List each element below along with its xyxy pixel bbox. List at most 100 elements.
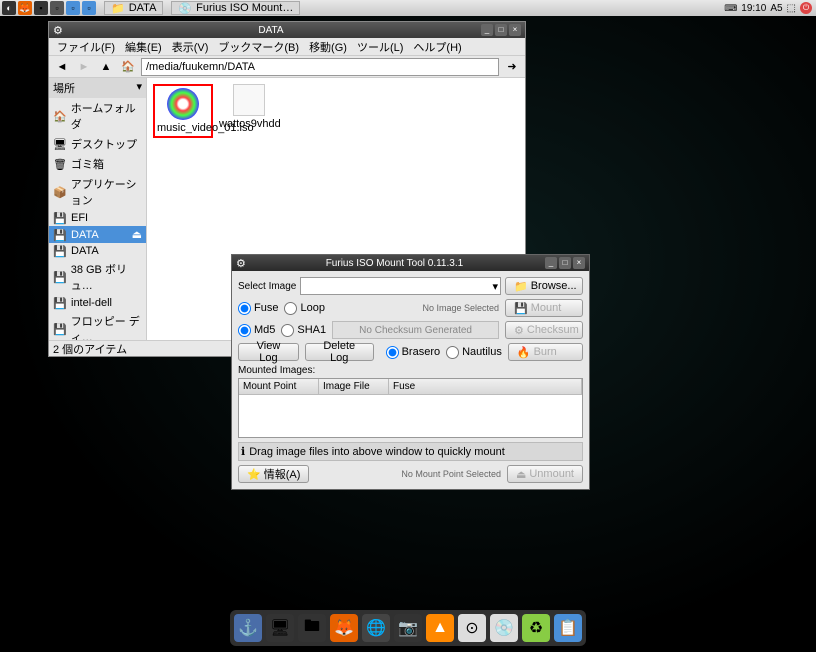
- fm-titlebar[interactable]: ⚙ DATA _ □ ×: [49, 22, 525, 38]
- keyboard-indicator[interactable]: ⌨: [724, 3, 737, 14]
- menu-go[interactable]: 移動(G): [305, 39, 351, 55]
- ime-indicator[interactable]: A5: [770, 3, 782, 14]
- dock-vlc[interactable]: ▲: [426, 614, 454, 642]
- path-input[interactable]: /media/fuukemn/DATA: [141, 58, 499, 76]
- info-button[interactable]: ⭐情報(A): [238, 465, 309, 483]
- firefox-icon[interactable]: 🦊: [18, 1, 32, 15]
- fm-window-icon: ⚙: [53, 24, 63, 37]
- maximize-button[interactable]: □: [559, 257, 571, 269]
- col-fuse[interactable]: Fuse: [389, 379, 582, 394]
- col-mount-point[interactable]: Mount Point: [239, 379, 319, 394]
- sidebar-item[interactable]: 💾DATA⏏: [49, 226, 146, 243]
- md5-radio[interactable]: Md5: [238, 324, 275, 337]
- info-icon: ℹ: [241, 445, 245, 458]
- menu-tools[interactable]: ツール(L): [353, 39, 407, 55]
- maximize-button[interactable]: □: [495, 24, 507, 36]
- fm-menubar: ファイル(F) 編集(E) 表示(V) ブックマーク(B) 移動(G) ツール(…: [49, 38, 525, 56]
- browse-button[interactable]: 📁Browse...: [505, 277, 583, 295]
- menu-file[interactable]: ファイル(F): [53, 39, 119, 55]
- menu-view[interactable]: 表示(V): [168, 39, 213, 55]
- dock-browser[interactable]: 🌐: [362, 614, 390, 642]
- sidebar-label: ゴミ箱: [71, 156, 104, 172]
- sidebar-label: フロッピー ディ…: [71, 313, 142, 340]
- sidebar-item[interactable]: 💾EFI: [49, 210, 146, 226]
- furius-titlebar[interactable]: ⚙ Furius ISO Mount Tool 0.11.3.1 _ □ ×: [232, 255, 589, 271]
- sidebar-label: デスクトップ: [71, 136, 137, 152]
- image-combo[interactable]: ▾: [300, 277, 501, 295]
- nautilus-radio[interactable]: Nautilus: [446, 346, 502, 359]
- dock-camera[interactable]: 📷: [394, 614, 422, 642]
- power-icon[interactable]: ⏻: [800, 2, 812, 14]
- file-iso[interactable]: music_video_01.iso: [153, 84, 213, 138]
- file-label: music_video_01.iso: [157, 122, 209, 134]
- sidebar-label: DATA: [71, 245, 99, 257]
- go-button[interactable]: ➜: [503, 58, 521, 76]
- fuse-radio[interactable]: Fuse: [238, 302, 278, 315]
- brasero-radio[interactable]: Brasero: [386, 346, 441, 359]
- clock[interactable]: 19:10: [741, 3, 766, 14]
- sidebar-item[interactable]: 🖥デスクトップ: [49, 134, 146, 154]
- dock-disc[interactable]: 💿: [490, 614, 518, 642]
- sidebar-item[interactable]: 📦アプリケーション: [49, 174, 146, 210]
- dock-display[interactable]: 🖥: [266, 614, 294, 642]
- menu-help[interactable]: ヘルプ(H): [409, 39, 465, 55]
- select-image-label: Select Image: [238, 281, 296, 292]
- place-icon: 💾: [53, 212, 67, 224]
- col-image-file[interactable]: Image File: [319, 379, 389, 394]
- sidebar-label: 38 GB ボリュ…: [71, 261, 142, 293]
- disc-icon: [167, 88, 199, 120]
- taskbar-item-furius[interactable]: 💿 Furius ISO Mount…: [171, 1, 300, 15]
- menu-bookmarks[interactable]: ブックマーク(B): [214, 39, 303, 55]
- up-button[interactable]: ▲: [97, 58, 115, 76]
- menu-icon[interactable]: ◐: [2, 1, 16, 15]
- terminal-icon[interactable]: ▪: [34, 1, 48, 15]
- back-button[interactable]: ◄: [53, 58, 71, 76]
- close-button[interactable]: ×: [509, 24, 521, 36]
- app-icon[interactable]: ▫: [66, 1, 80, 15]
- folder-icon: 📁: [514, 280, 528, 293]
- fire-icon: 🔥: [517, 346, 531, 359]
- sha1-radio[interactable]: SHA1: [281, 324, 326, 337]
- tray-icon[interactable]: ⬚: [787, 3, 796, 14]
- dock-recycle[interactable]: ♻: [522, 614, 550, 642]
- place-icon: 💾: [53, 245, 67, 257]
- place-icon: 💾: [53, 271, 67, 283]
- home-button[interactable]: 🏠: [119, 58, 137, 76]
- view-log-button[interactable]: View Log: [238, 343, 299, 361]
- menu-edit[interactable]: 編集(E): [121, 39, 166, 55]
- sidebar-label: intel-dell: [71, 297, 112, 309]
- file-vhdd[interactable]: wattos9vhdd: [219, 84, 279, 130]
- mount-button: 💾Mount: [505, 299, 583, 317]
- no-image-text: No Image Selected: [331, 303, 499, 313]
- sidebar-item[interactable]: 💾intel-dell: [49, 295, 146, 311]
- place-icon: 🗑: [53, 158, 67, 170]
- delete-log-button[interactable]: Delete Log: [305, 343, 374, 361]
- sidebar-item[interactable]: 💾フロッピー ディ…: [49, 311, 146, 340]
- taskbar-item-data[interactable]: 📁 DATA: [104, 1, 163, 15]
- dock-anchor[interactable]: ⚓: [234, 614, 262, 642]
- eject-icon[interactable]: ⏏: [132, 228, 142, 241]
- place-icon: 💾: [53, 229, 67, 241]
- task-label: Furius ISO Mount…: [196, 2, 293, 14]
- dock-notes[interactable]: 📋: [554, 614, 582, 642]
- forward-button[interactable]: ►: [75, 58, 93, 76]
- dock-firefox[interactable]: 🦊: [330, 614, 358, 642]
- minimize-button[interactable]: _: [481, 24, 493, 36]
- file-icon: [233, 84, 265, 116]
- sidebar-label: ホームフォルダ: [71, 100, 142, 132]
- place-icon: 🏠: [53, 110, 67, 122]
- minimize-button[interactable]: _: [545, 257, 557, 269]
- sidebar-item[interactable]: 🗑 ゴミ箱: [49, 154, 146, 174]
- dock-files[interactable]: 🖿: [298, 614, 326, 642]
- app-icon2[interactable]: ▫: [82, 1, 96, 15]
- loop-radio[interactable]: Loop: [284, 302, 324, 315]
- file-label: wattos9vhdd: [219, 118, 279, 130]
- dock-player[interactable]: ⊙: [458, 614, 486, 642]
- fm-icon[interactable]: ▫: [50, 1, 64, 15]
- close-button[interactable]: ×: [573, 257, 585, 269]
- sidebar-item[interactable]: 💾 38 GB ボリュ…: [49, 259, 146, 295]
- sidebar-item[interactable]: 💾 DATA: [49, 243, 146, 259]
- sidebar-item[interactable]: 🏠 ホームフォルダ: [49, 98, 146, 134]
- fm-title: DATA: [63, 25, 479, 36]
- mounted-images-table[interactable]: Mount Point Image File Fuse: [238, 378, 583, 438]
